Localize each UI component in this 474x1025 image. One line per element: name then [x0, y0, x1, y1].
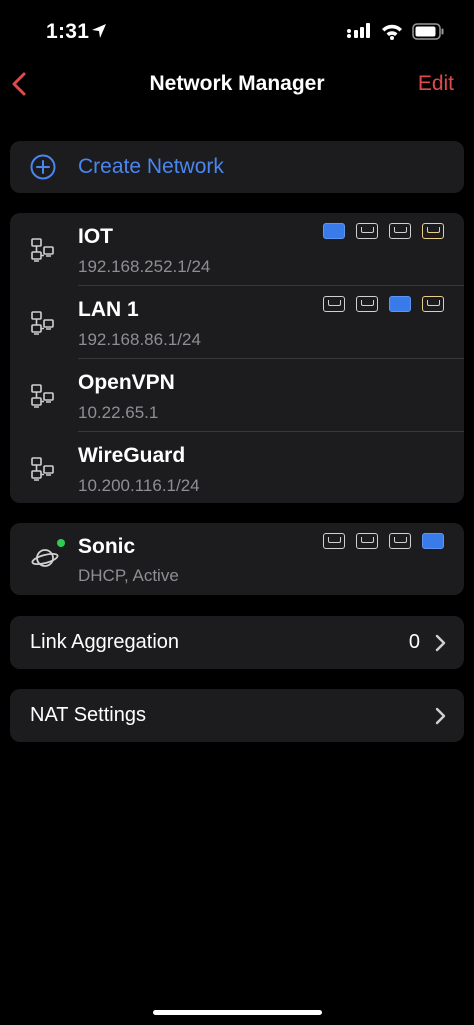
planet-icon: [31, 549, 59, 567]
network-name: IOT: [78, 225, 113, 248]
network-subnet: 192.168.252.1/24: [78, 257, 211, 276]
wan-status: DHCP, Active: [78, 566, 179, 585]
network-icon: [31, 311, 54, 335]
nav-bar: Network Manager Edit: [0, 62, 474, 106]
chevron-right-icon: [435, 707, 446, 725]
ethernet-port-icon: [389, 223, 411, 239]
wan-name: Sonic: [78, 535, 136, 558]
ethernet-port-icon: [356, 296, 378, 312]
ethernet-port-icon: [323, 533, 345, 549]
network-name: WireGuard: [78, 444, 186, 467]
nat-settings-label: NAT Settings: [30, 704, 146, 726]
ethernet-port-icon: [422, 533, 444, 549]
wan-row-sonic[interactable]: Sonic DHCP, Active: [10, 523, 464, 595]
wifi-icon: [382, 24, 402, 40]
create-network-button[interactable]: Create Network: [10, 141, 464, 193]
link-aggregation-label: Link Aggregation: [30, 631, 180, 653]
link-aggregation-count: 0: [408, 631, 420, 653]
network-row[interactable]: OpenVPN 10.22.65.1: [10, 359, 464, 431]
ethernet-port-icon: [356, 533, 378, 549]
ethernet-port-icon: [356, 223, 378, 239]
battery-icon: [412, 22, 444, 40]
network-row[interactable]: IOT 192.168.252.1/24: [10, 213, 464, 285]
status-time: 1:31: [46, 20, 90, 43]
network-row[interactable]: LAN 1 192.168.86.1/24: [10, 286, 464, 358]
port-indicators: [323, 296, 444, 312]
ethernet-port-icon: [422, 223, 444, 239]
page-title: Network Manager: [149, 72, 325, 95]
status-bar: 1:31: [0, 0, 474, 60]
network-row[interactable]: WireGuard 10.200.116.1/24: [10, 432, 464, 504]
network-icon: [31, 238, 54, 262]
chevron-right-icon: [435, 634, 446, 652]
network-subnet: 192.168.86.1/24: [78, 330, 201, 349]
link-aggregation-row[interactable]: Link Aggregation 0: [10, 616, 464, 669]
network-icon: [31, 384, 54, 408]
cellular-signal-icon: [347, 23, 370, 38]
networks-list: IOT 192.168.252.1/24 LAN 1 192.168.86.1/24…: [10, 213, 464, 503]
network-subnet: 10.200.116.1/24: [78, 476, 200, 495]
network-subnet: 10.22.65.1: [78, 403, 159, 422]
ethernet-port-icon: [389, 296, 411, 312]
status-indicator-dot: [57, 539, 65, 547]
network-name: LAN 1: [78, 298, 139, 321]
location-arrow-icon: [92, 24, 106, 38]
ethernet-port-icon: [389, 533, 411, 549]
ethernet-port-icon: [422, 296, 444, 312]
home-indicator[interactable]: [153, 1010, 322, 1015]
plus-circle-icon: [30, 154, 56, 180]
ethernet-port-icon: [323, 223, 345, 239]
network-icon: [31, 457, 54, 481]
port-indicators: [323, 533, 444, 549]
edit-button[interactable]: Edit: [418, 72, 454, 96]
network-name: OpenVPN: [78, 371, 175, 394]
ethernet-port-icon: [323, 296, 345, 312]
create-network-label: Create Network: [78, 155, 224, 178]
port-indicators: [323, 223, 444, 239]
nat-settings-row[interactable]: NAT Settings: [10, 689, 464, 742]
